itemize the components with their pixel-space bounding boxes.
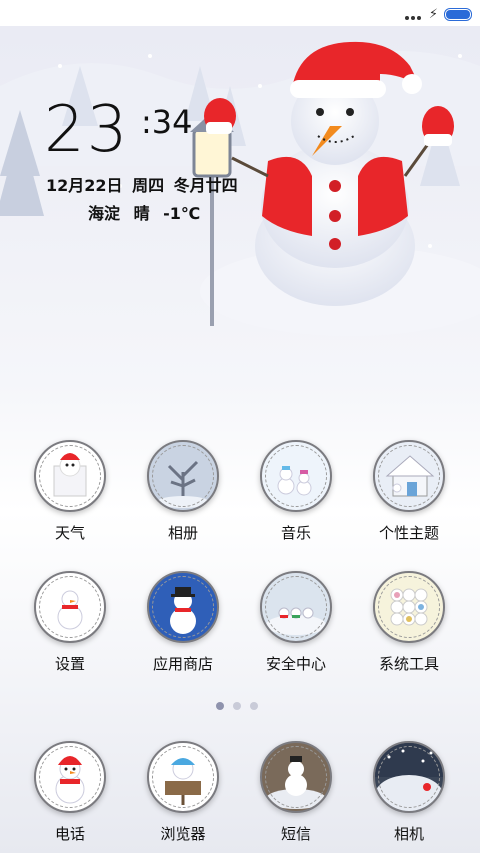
clock-minute: :34 [141,103,193,141]
app-label: 天气 [54,524,85,542]
snowman-small-icon [34,571,106,643]
app-settings[interactable]: 设置 [15,571,125,674]
app-grid-icon [373,571,445,643]
status-bar: ⚡ [0,0,480,26]
app-label: 短信 [280,825,311,843]
dock-camera[interactable]: 相机 [354,741,464,844]
page-dot[interactable] [233,702,241,710]
app-label: 设置 [54,655,85,673]
app-label: 个性主题 [378,524,439,542]
winter-landscape-icon [373,741,445,813]
snowman-blue-icon [147,571,219,643]
clock-widget[interactable]: 23 :34 [44,93,193,167]
frozen-tree-icon [147,440,219,512]
app-music[interactable]: 音乐 [241,440,351,543]
mitten-left-icon [204,98,236,134]
app-label: 相机 [393,825,424,843]
page-indicator[interactable] [216,702,258,710]
snowmen-scene-icon [260,440,332,512]
snow-field-icon [260,571,332,643]
snowman-sign-icon [147,741,219,813]
app-label: 应用商店 [152,655,213,673]
app-weather[interactable]: 天气 [15,440,125,543]
app-store[interactable]: 应用商店 [128,571,238,674]
page-dot[interactable] [250,702,258,710]
app-label: 音乐 [280,524,311,542]
status-icons: ⚡ [404,5,472,24]
battery-fill [446,10,470,19]
snowman-red-icon [34,741,106,813]
charging-icon: ⚡ [428,7,438,22]
app-label: 安全中心 [265,655,326,673]
app-label: 系统工具 [378,655,439,673]
dock-messages[interactable]: 短信 [241,741,351,844]
dock-phone[interactable]: 电话 [15,741,125,844]
signal-dots-icon [404,5,423,24]
weather-line[interactable]: 海淀 晴 -1℃ [88,200,200,224]
snow-house-icon [373,440,445,512]
app-security[interactable]: 安全中心 [241,571,351,674]
snowman-scene-icon [260,741,332,813]
app-system-tools[interactable]: 系统工具 [354,571,464,674]
app-label: 电话 [54,825,85,843]
snowman-card-icon [34,440,106,512]
app-themes[interactable]: 个性主题 [354,440,464,543]
dock-browser[interactable]: 浏览器 [128,741,238,844]
page-dot-active[interactable] [216,702,224,710]
app-label: 相册 [167,524,198,542]
app-label: 浏览器 [160,825,206,843]
battery-icon [444,8,472,21]
app-gallery[interactable]: 相册 [128,440,238,543]
date-line: 12月22日 周四 冬月廿四 [46,176,238,195]
clock-hour: 23 [44,93,130,167]
